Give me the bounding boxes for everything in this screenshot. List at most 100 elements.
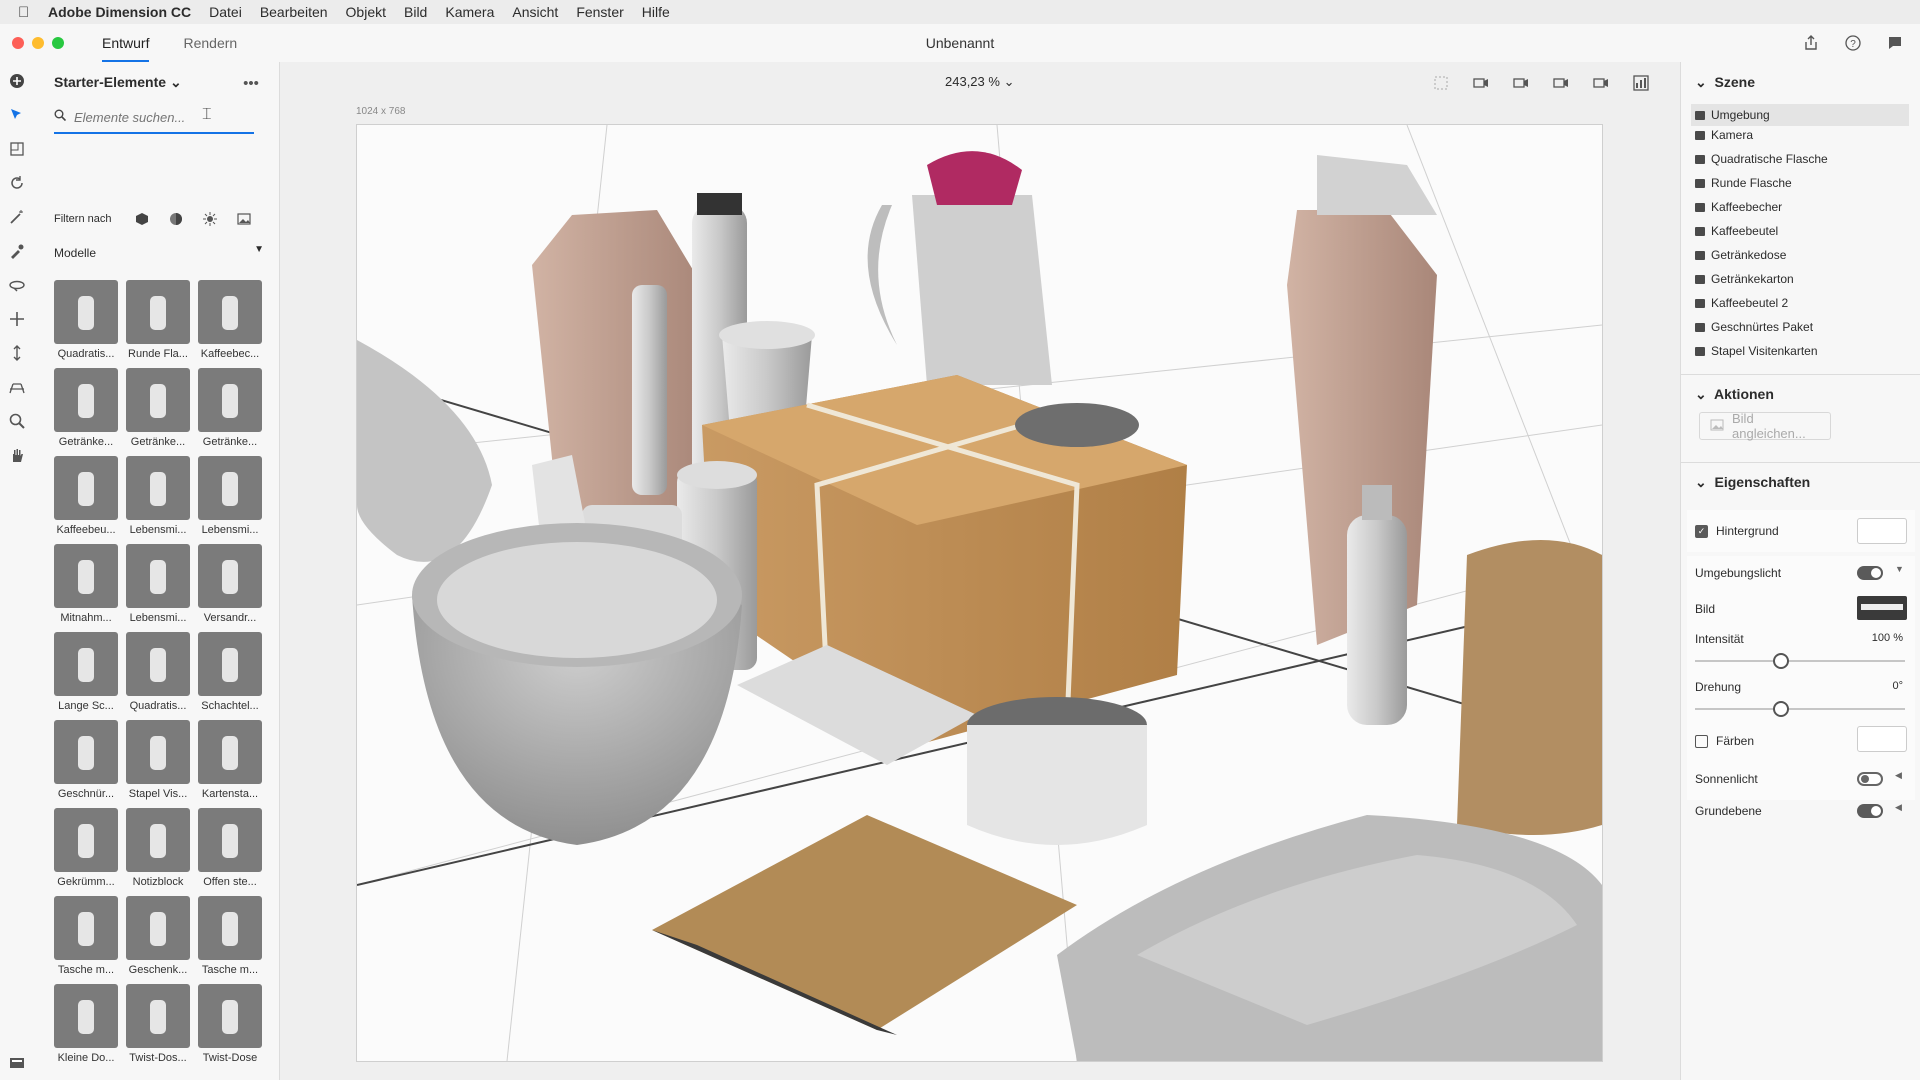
add-icon[interactable]: [6, 70, 28, 92]
ground-plane-toggle[interactable]: [1857, 804, 1883, 818]
properties-section-header[interactable]: ⌄ Eigenschaften: [1695, 474, 1810, 491]
environment-light-toggle[interactable]: [1857, 566, 1883, 580]
pan-icon[interactable]: [6, 308, 28, 330]
scene-section-header[interactable]: ⌄ Szene: [1695, 74, 1755, 91]
asset-tile[interactable]: Lange Sc...: [54, 632, 118, 714]
actions-section-header[interactable]: ⌄ Aktionen: [1695, 386, 1774, 403]
move-tool-icon[interactable]: [6, 138, 28, 160]
render-preview-icon[interactable]: [1630, 72, 1652, 94]
asset-tile[interactable]: Schachtel...: [198, 632, 262, 714]
horizon-icon[interactable]: [6, 376, 28, 398]
share-icon[interactable]: [1800, 32, 1822, 54]
asset-tile[interactable]: Gekrümm...: [54, 808, 118, 890]
asset-tile[interactable]: Getränke...: [126, 368, 190, 450]
feedback-icon[interactable]: [1884, 32, 1906, 54]
environment-image-thumbnail[interactable]: [1857, 596, 1907, 620]
panel-toggle-icon[interactable]: [6, 1052, 28, 1074]
asset-tile[interactable]: Offen ste...: [198, 808, 262, 890]
intensity-slider[interactable]: [1695, 653, 1905, 669]
close-window-button[interactable]: [12, 37, 24, 49]
asset-tile[interactable]: Lebensmi...: [198, 456, 262, 538]
orbit-icon[interactable]: [6, 274, 28, 296]
3d-canvas[interactable]: [356, 124, 1603, 1062]
camera-dolly-icon[interactable]: [1550, 72, 1572, 94]
rotation-slider-knob[interactable]: [1773, 701, 1789, 717]
asset-tile[interactable]: Kartensta...: [198, 720, 262, 802]
rotate-tool-icon[interactable]: [6, 172, 28, 194]
asset-tile[interactable]: Geschenk...: [126, 896, 190, 978]
menu-bearbeiten[interactable]: Bearbeiten: [260, 4, 328, 20]
scene-item[interactable]: Geschnürtes Paket: [1695, 320, 1813, 334]
scene-item[interactable]: Umgebung: [1691, 104, 1909, 126]
scene-item[interactable]: Getränkedose: [1695, 248, 1786, 262]
collapse-arrow-icon[interactable]: ◀: [1895, 802, 1902, 813]
scene-item[interactable]: Quadratische Flasche: [1695, 152, 1828, 166]
asset-tile[interactable]: Quadratis...: [54, 280, 118, 362]
scene-item[interactable]: Runde Flasche: [1695, 176, 1792, 190]
asset-tile[interactable]: Getränke...: [54, 368, 118, 450]
asset-tile[interactable]: Geschnür...: [54, 720, 118, 802]
dolly-icon[interactable]: [6, 342, 28, 364]
more-options-icon[interactable]: •••: [240, 72, 262, 94]
scene-item[interactable]: Kaffeebeutel 2: [1695, 296, 1788, 310]
select-tool-icon[interactable]: [6, 104, 28, 126]
hand-icon[interactable]: [6, 444, 28, 466]
colorize-color-swatch[interactable]: [1857, 726, 1907, 752]
asset-tile[interactable]: Lebensmi...: [126, 544, 190, 626]
background-checkbox[interactable]: ✓: [1695, 524, 1708, 538]
help-icon[interactable]: ?: [1842, 32, 1864, 54]
camera-orbit-icon[interactable]: [1470, 72, 1492, 94]
filter-lights-icon[interactable]: [199, 208, 221, 230]
colorize-checkbox[interactable]: [1695, 734, 1708, 748]
camera-pan-icon[interactable]: [1510, 72, 1532, 94]
collapse-arrow-icon[interactable]: ◀: [1895, 770, 1902, 781]
asset-tile[interactable]: Notizblock: [126, 808, 190, 890]
asset-tile[interactable]: Quadratis...: [126, 632, 190, 714]
scene-item[interactable]: Kamera: [1695, 128, 1753, 142]
camera-bookmark-icon[interactable]: [1590, 72, 1612, 94]
rotation-slider[interactable]: [1695, 701, 1905, 717]
zoom-window-button[interactable]: [52, 37, 64, 49]
menu-objekt[interactable]: Objekt: [346, 4, 386, 20]
asset-tile[interactable]: Kaffeebeu...: [54, 456, 118, 538]
eyedropper-icon[interactable]: [6, 240, 28, 262]
asset-tile[interactable]: Lebensmi...: [126, 456, 190, 538]
menu-fenster[interactable]: Fenster: [576, 4, 623, 20]
intensity-slider-knob[interactable]: [1773, 653, 1789, 669]
sunlight-toggle[interactable]: [1857, 772, 1883, 786]
asset-tile[interactable]: Tasche m...: [198, 896, 262, 978]
assets-header[interactable]: Starter-Elemente ⌄: [54, 74, 182, 91]
scene-item[interactable]: Kaffeebeutel: [1695, 224, 1778, 238]
asset-tile[interactable]: Kaffeebec...: [198, 280, 262, 362]
scene-item[interactable]: Getränkekarton: [1695, 272, 1794, 286]
menu-ansicht[interactable]: Ansicht: [512, 4, 558, 20]
tab-entwurf[interactable]: Entwurf: [102, 24, 150, 62]
filter-models-icon[interactable]: [131, 208, 153, 230]
search-input[interactable]: [72, 108, 246, 126]
scene-item[interactable]: Kaffeebecher: [1695, 200, 1782, 214]
magic-wand-icon[interactable]: [6, 206, 28, 228]
filter-images-icon[interactable]: [233, 208, 255, 230]
app-name-menu[interactable]: Adobe Dimension CC: [48, 4, 191, 20]
asset-tile[interactable]: Kleine Do...: [54, 984, 118, 1066]
asset-tile[interactable]: Getränke...: [198, 368, 262, 450]
scene-item[interactable]: Stapel Visitenkarten: [1695, 344, 1818, 358]
zoom-icon[interactable]: [6, 410, 28, 432]
minimize-window-button[interactable]: [32, 37, 44, 49]
zoom-dropdown[interactable]: 243,23 % ⌄: [945, 74, 1014, 90]
models-section-header[interactable]: Modelle ▼: [54, 244, 264, 260]
tab-rendern[interactable]: Rendern: [183, 24, 237, 62]
asset-tile[interactable]: Runde Fla...: [126, 280, 190, 362]
asset-tile[interactable]: Twist-Dose: [198, 984, 262, 1066]
dropdown-arrow-icon[interactable]: ▼: [1895, 564, 1904, 574]
filter-materials-icon[interactable]: [165, 208, 187, 230]
frame-icon[interactable]: [1430, 72, 1452, 94]
menu-kamera[interactable]: Kamera: [445, 4, 494, 20]
asset-tile[interactable]: Stapel Vis...: [126, 720, 190, 802]
menu-datei[interactable]: Datei: [209, 4, 242, 20]
asset-tile[interactable]: Tasche m...: [54, 896, 118, 978]
apple-icon[interactable]: : [18, 4, 40, 21]
background-color-swatch[interactable]: [1857, 518, 1907, 544]
asset-tile[interactable]: Mitnahm...: [54, 544, 118, 626]
menu-hilfe[interactable]: Hilfe: [642, 4, 670, 20]
